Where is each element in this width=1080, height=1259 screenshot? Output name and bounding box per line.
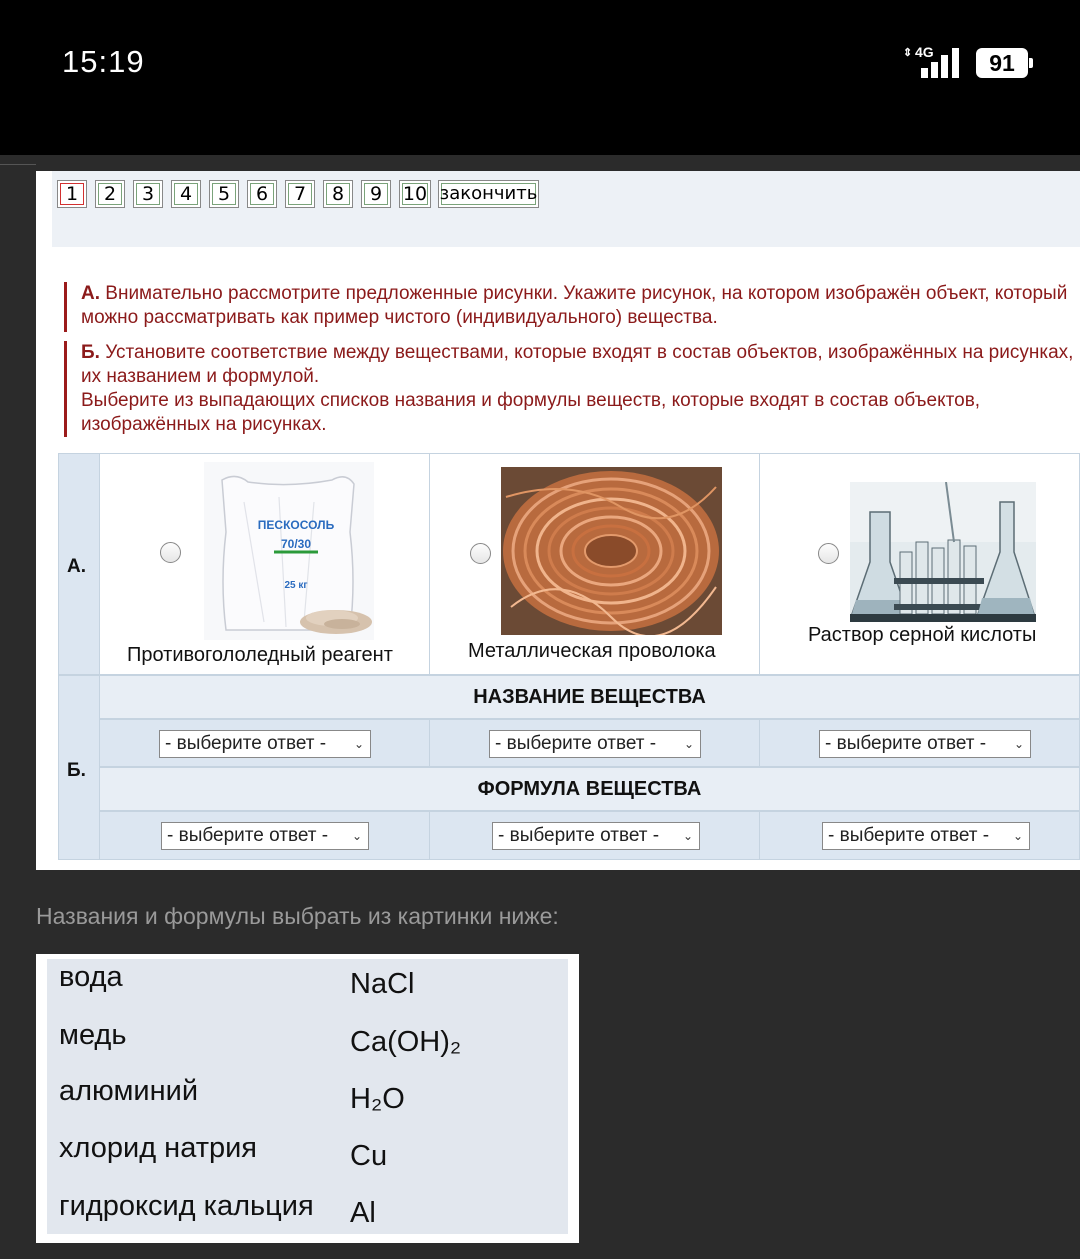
question-navigation: ‾‾‾‾‾‾ ‾‾‾‾ 1 2 3 4 5 6 7 8 9 10 закончи… (52, 171, 1080, 247)
faded-header-text: ‾‾‾‾‾‾ ‾‾‾‾ (998, 171, 1060, 179)
option-radio-2[interactable] (470, 543, 491, 564)
task-b-prefix: Б. (81, 342, 100, 363)
option-cell-3: Раствор серной кислоты (759, 453, 1080, 675)
page-button-8[interactable]: 8 (323, 180, 353, 208)
formula-select-cell-3: - выберите ответ - ⌄ (759, 811, 1080, 860)
page-button-1[interactable]: 1 (57, 180, 87, 208)
name-option: гидроксид кальция (59, 1190, 314, 1222)
option-radio-1[interactable] (160, 542, 181, 563)
formula-select-1[interactable]: - выберите ответ - ⌄ (161, 822, 369, 850)
task-b-text: Установите соответствие между веществами… (81, 342, 1080, 387)
name-select-cell-2: - выберите ответ - ⌄ (429, 719, 760, 767)
chevron-down-icon: ⌄ (683, 737, 694, 751)
formula-select-2[interactable]: - выберите ответ - ⌄ (492, 822, 700, 850)
page-button-4[interactable]: 4 (171, 180, 201, 208)
status-bar: 15:19 ⇕ 4G 91 (0, 0, 1080, 155)
copper-wire-image (501, 467, 722, 635)
name-option: вода (59, 961, 123, 993)
option-caption-3: Раствор серной кислоты (808, 624, 1037, 646)
lab-glassware-image (850, 482, 1036, 622)
page-button-7[interactable]: 7 (285, 180, 315, 208)
option-caption-2: Металлическая проволока (468, 640, 716, 662)
svg-text:70/30: 70/30 (281, 537, 311, 551)
salt-bag-image: ПЕСКОСОЛЬ 70/30 25 кг (204, 462, 374, 640)
formula-select-cell-1: - выберите ответ - ⌄ (99, 811, 430, 860)
chevron-down-icon: ⌄ (682, 829, 693, 843)
row-b-label: Б. (58, 675, 100, 860)
name-select-3[interactable]: - выберите ответ - ⌄ (819, 730, 1031, 758)
chevron-down-icon: ⌄ (353, 737, 364, 751)
formula-option: Ca(OH)₂ (350, 1026, 462, 1058)
chevron-down-icon: ⌄ (1013, 737, 1024, 751)
signal-icon (921, 48, 963, 78)
name-select-2[interactable]: - выберите ответ - ⌄ (489, 730, 701, 758)
name-option: медь (59, 1019, 127, 1051)
page-button-5[interactable]: 5 (209, 180, 239, 208)
formula-option: Al (350, 1197, 376, 1229)
option-radio-3[interactable] (818, 543, 839, 564)
formula-option: Cu (350, 1140, 388, 1172)
task-a-prefix: А. (81, 283, 100, 304)
name-select-1[interactable]: - выберите ответ - ⌄ (159, 730, 371, 758)
page-button-9[interactable]: 9 (361, 180, 391, 208)
name-option: алюминий (59, 1075, 199, 1107)
svg-text:25 кг: 25 кг (284, 580, 307, 591)
divider (0, 155, 1080, 171)
name-select-cell-1: - выберите ответ - ⌄ (99, 719, 430, 767)
quiz-screenshot: ‾‾‾‾‾‾ ‾‾‾‾ 1 2 3 4 5 6 7 8 9 10 закончи… (36, 171, 1080, 870)
option-cell-2: Металлическая проволока (429, 453, 760, 675)
instruction-note: Названия и формулы выбрать из картинки н… (36, 903, 559, 929)
word-bank-image: вода медь алюминий хлорид натрия гидрокс… (36, 954, 579, 1243)
word-bank-panel: вода медь алюминий хлорид натрия гидрокс… (47, 959, 568, 1234)
formula-option: NaCl (350, 968, 415, 1000)
name-option: хлорид натрия (59, 1132, 258, 1164)
formula-select-3[interactable]: - выберите ответ - ⌄ (822, 822, 1030, 850)
row-a-label: А. (58, 453, 100, 675)
option-caption-1: Противогололедный реагент (127, 644, 393, 666)
finish-button[interactable]: закончить (438, 180, 539, 208)
name-select-cell-3: - выберите ответ - ⌄ (759, 719, 1080, 767)
task-b-text-2: Выберите из выпадающих списков названия … (81, 390, 981, 435)
formula-header: ФОРМУЛА ВЕЩЕСТВА (99, 767, 1080, 811)
task-b-block: Б. Установите соответствие между веществ… (64, 341, 1080, 437)
data-arrows-icon: ⇕ (903, 47, 913, 59)
formula-select-cell-2: - выберите ответ - ⌄ (429, 811, 760, 860)
svg-text:ПЕСКОСОЛЬ: ПЕСКОСОЛЬ (258, 518, 335, 532)
page-button-10[interactable]: 10 (399, 180, 431, 208)
option-cell-1: ПЕСКОСОЛЬ 70/30 25 кг Противогололедный … (99, 453, 430, 675)
chevron-down-icon: ⌄ (1012, 829, 1023, 843)
battery-level: 91 (989, 50, 1015, 76)
page-button-3[interactable]: 3 (133, 180, 163, 208)
task-a-block: А. Внимательно рассмотрите предложенные … (64, 282, 1080, 332)
chevron-down-icon: ⌄ (351, 829, 362, 843)
formula-option: H₂O (350, 1083, 405, 1115)
task-a-text: Внимательно рассмотрите предложенные рис… (81, 283, 1068, 328)
clock: 15:19 (62, 44, 145, 79)
page-button-6[interactable]: 6 (247, 180, 277, 208)
battery-icon: 91 (976, 48, 1033, 78)
name-header: НАЗВАНИЕ ВЕЩЕСТВА (99, 675, 1080, 719)
page-button-2[interactable]: 2 (95, 180, 125, 208)
